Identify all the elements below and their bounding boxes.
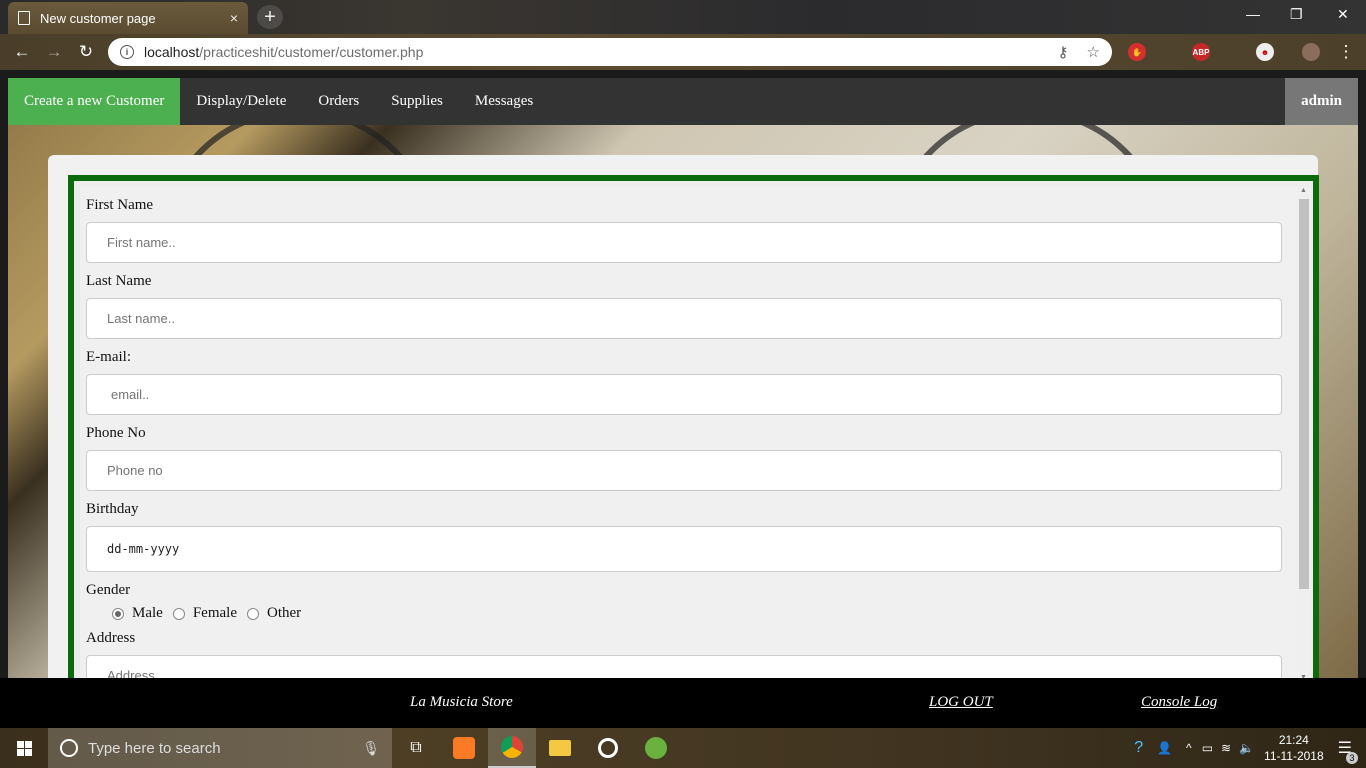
menu-icon[interactable]: ⋮	[1334, 42, 1358, 62]
os-taskbar: Type here to search 🎙 ⧉ ? 👤 ^ ▭ ≋ 🔈 21:2…	[0, 728, 1366, 768]
search-placeholder: Type here to search	[88, 739, 221, 757]
first-name-label: First Name	[86, 197, 154, 213]
close-window-icon[interactable]: ✕	[1337, 6, 1349, 23]
gender-label: Gender	[86, 582, 131, 598]
browser-tab[interactable]: New customer page ×	[8, 2, 248, 34]
page-content: Create a new Customer Display/Delete Ord…	[8, 78, 1358, 678]
gender-other-radio[interactable]	[246, 607, 259, 620]
chrome-icon[interactable]	[488, 728, 536, 768]
extension-icon[interactable]: ✋	[1128, 43, 1146, 61]
address-label: Address	[86, 630, 136, 646]
customer-form-frame: First Name First name.. Last Name Last n…	[68, 175, 1319, 678]
windows-icon	[16, 740, 32, 756]
birthday-input[interactable]: dd-mm-yyyy	[86, 526, 1282, 572]
browser-tab-strip: New customer page × + — ❐ ✕	[0, 0, 1366, 34]
help-icon[interactable]: ?	[1134, 739, 1143, 757]
address-bar[interactable]: i localhost/practiceshit/customer/custom…	[108, 38, 1112, 66]
url-path: /practiceshit/customer/customer.php	[199, 44, 424, 60]
xampp-icon[interactable]	[440, 728, 488, 768]
minimize-icon[interactable]: —	[1246, 6, 1260, 22]
file-explorer-icon[interactable]	[536, 728, 584, 768]
wifi-icon[interactable]: ≋	[1221, 741, 1231, 755]
back-icon[interactable]: ←	[10, 42, 34, 62]
star-icon[interactable]: ☆	[1087, 43, 1100, 61]
top-nav: Create a new Customer Display/Delete Ord…	[8, 78, 1358, 125]
site-footer: La Musicia Store LOG OUT Console Log	[0, 678, 1366, 728]
microphone-icon[interactable]: 🎙	[362, 740, 380, 757]
nav-supplies[interactable]: Supplies	[375, 78, 459, 125]
utorrent-icon[interactable]	[632, 728, 680, 768]
scrollbar-thumb[interactable]	[1299, 199, 1309, 589]
store-name: La Musicia Store	[410, 694, 513, 710]
email-label: E-mail:	[86, 349, 131, 365]
address-input[interactable]: Address	[86, 655, 1282, 678]
gender-male-label: Male	[132, 605, 163, 621]
customer-form: First Name First name.. Last Name Last n…	[80, 187, 1300, 678]
birthday-label: Birthday	[86, 501, 139, 517]
key-icon[interactable]: ⚷	[1058, 43, 1069, 61]
taskbar-clock[interactable]: 21:24 11-11-2018	[1264, 732, 1324, 764]
last-name-input[interactable]: Last name..	[86, 298, 1282, 339]
notifications-icon[interactable]: ☰ 3	[1338, 738, 1358, 764]
clock-date: 11-11-2018	[1264, 749, 1324, 763]
last-name-label: Last Name	[86, 273, 152, 289]
cortana-icon	[60, 739, 78, 757]
gender-female-label: Female	[192, 605, 237, 621]
scroll-up-icon[interactable]: ▲	[1300, 187, 1307, 194]
clock-time: 21:24	[1278, 733, 1309, 747]
page-icon	[18, 11, 30, 25]
people-icon[interactable]: 👤	[1157, 741, 1172, 755]
notification-count: 3	[1346, 752, 1358, 764]
close-tab-icon[interactable]: ×	[230, 10, 238, 26]
chevron-up-icon[interactable]: ^	[1186, 741, 1192, 755]
logout-link[interactable]: LOG OUT	[929, 694, 993, 711]
tab-title: New customer page	[40, 10, 156, 26]
profile-avatar[interactable]	[1302, 43, 1320, 61]
phone-label: Phone No	[86, 425, 146, 441]
nav-create-customer[interactable]: Create a new Customer	[8, 78, 181, 125]
nav-display-delete[interactable]: Display/Delete	[180, 78, 302, 125]
new-tab-button[interactable]: +	[257, 5, 283, 29]
form-scrollbar[interactable]: ▲ ▼	[1297, 187, 1311, 678]
volume-icon[interactable]: 🔈	[1239, 741, 1254, 755]
first-name-input[interactable]: First name..	[86, 222, 1282, 263]
nav-orders[interactable]: Orders	[302, 78, 375, 125]
nav-messages[interactable]: Messages	[459, 78, 549, 125]
gender-other-label: Other	[266, 605, 302, 621]
gender-female-radio[interactable]	[172, 607, 185, 620]
adblock-icon[interactable]: ABP	[1192, 43, 1210, 61]
url-host: localhost	[144, 44, 200, 60]
browser-toolbar: ← → ↻ i localhost/practiceshit/customer/…	[0, 34, 1366, 70]
taskbar-search[interactable]: Type here to search 🎙	[48, 728, 392, 768]
app-icon[interactable]	[584, 728, 632, 768]
info-icon[interactable]: i	[120, 45, 134, 59]
battery-icon[interactable]: ▭	[1202, 741, 1213, 755]
start-button[interactable]	[0, 728, 48, 768]
gender-radio-group: Male Female Other	[86, 605, 1292, 622]
gender-male-radio[interactable]	[112, 607, 124, 620]
system-tray: ? 👤 ^ ▭ ≋ 🔈 21:24 11-11-2018 ☰ 3	[1134, 728, 1366, 768]
forward-icon[interactable]: →	[42, 42, 66, 62]
email-input[interactable]: email..	[86, 374, 1282, 415]
restore-icon[interactable]: ❐	[1290, 6, 1303, 23]
reload-icon[interactable]: ↻	[74, 42, 98, 62]
task-view-icon[interactable]: ⧉	[392, 728, 440, 768]
console-log-link[interactable]: Console Log	[1141, 694, 1217, 711]
extension-icon[interactable]: ☻	[1256, 43, 1274, 61]
nav-admin[interactable]: admin	[1285, 78, 1358, 125]
phone-input[interactable]: Phone no	[86, 450, 1282, 491]
